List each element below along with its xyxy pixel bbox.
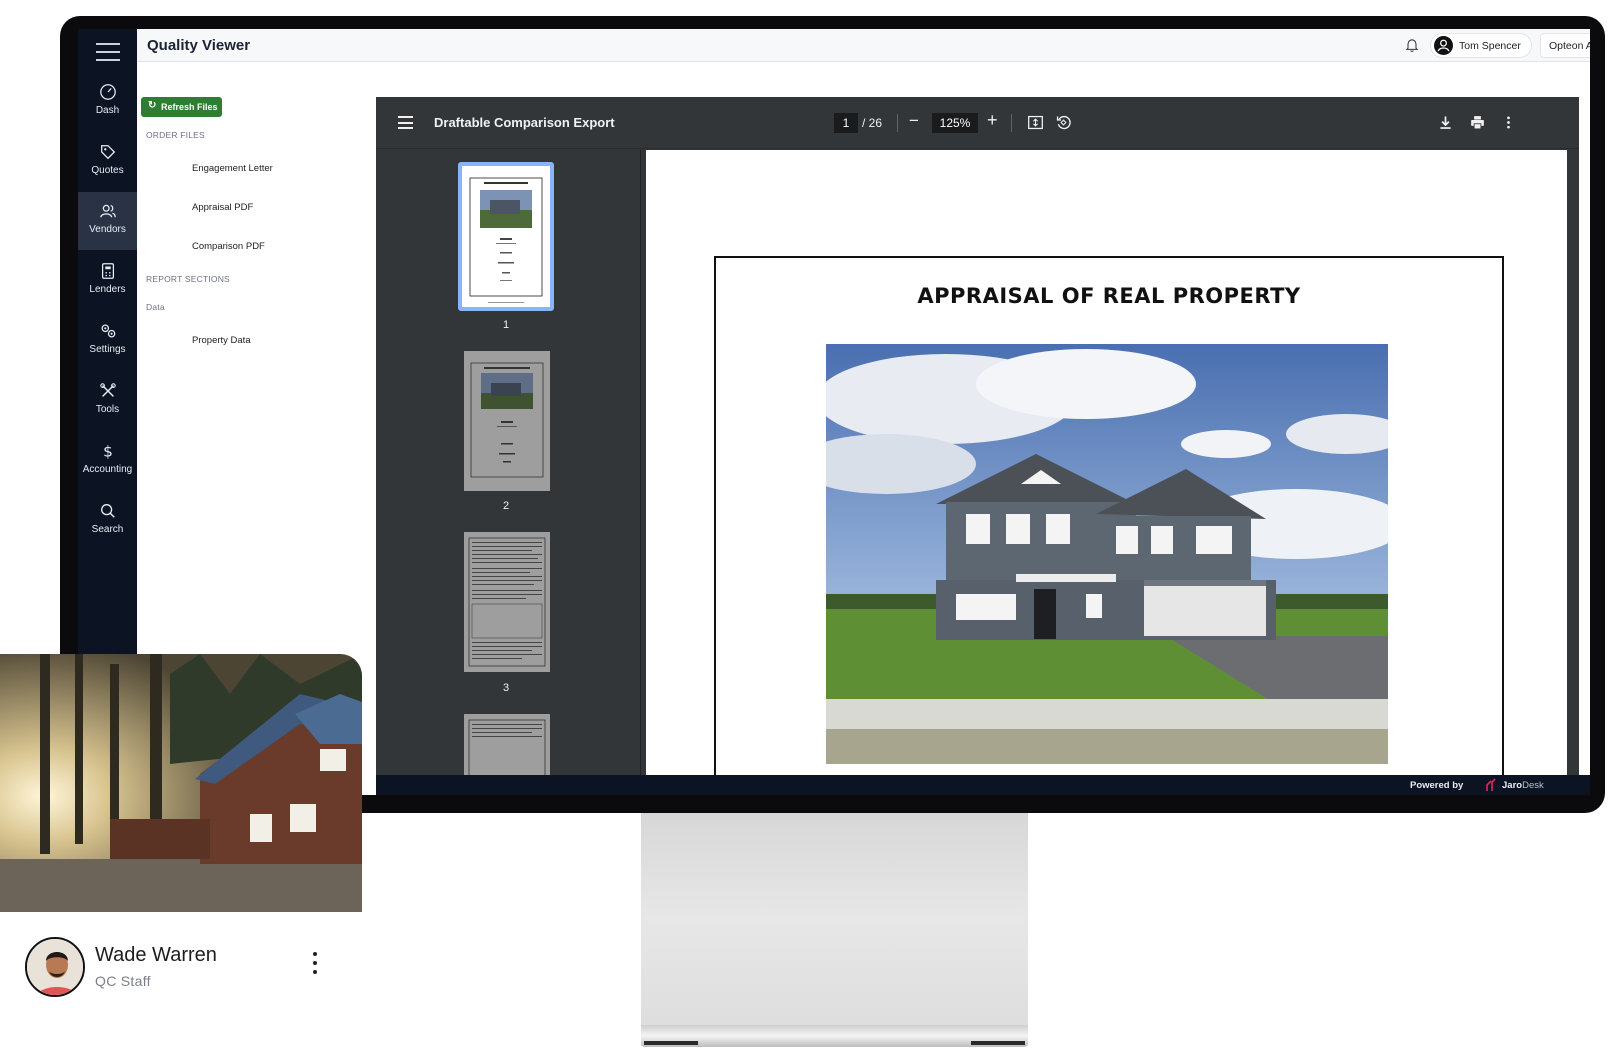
users-icon — [99, 204, 116, 218]
page-thumbnail[interactable] — [464, 714, 550, 775]
page-heading: APPRAISAL OF REAL PROPERTY — [917, 284, 1301, 308]
monitor-stand-base — [641, 1025, 1028, 1047]
refresh-files-button[interactable]: ↻ Refresh Files — [141, 97, 222, 117]
monitor-foot-right — [971, 1041, 1025, 1045]
top-bar: Quality Viewer Tom Spencer Opteon Apprai… — [137, 29, 1590, 62]
gears-icon — [101, 324, 115, 338]
dollar-icon: $ — [103, 442, 113, 460]
nav-item-vendors[interactable]: Vendors — [78, 192, 137, 250]
nav-item-dash[interactable]: Dash — [78, 73, 137, 131]
more-options-icon[interactable] — [311, 952, 319, 980]
user-menu-button[interactable]: Tom Spencer — [1430, 33, 1532, 58]
thumbnail-page-number: 2 — [503, 500, 510, 512]
dashboard-gauge-icon — [99, 84, 116, 100]
download-icon[interactable] — [1437, 114, 1454, 131]
zoom-level-input[interactable]: 125% — [932, 113, 978, 133]
thumbnail-sidebar: 1 2 3 — [376, 150, 640, 775]
sidebar-toggle-icon[interactable] — [398, 116, 413, 133]
refresh-icon: ↻ — [148, 100, 157, 111]
pdf-page: APPRAISAL OF REAL PROPERTY — [646, 150, 1567, 775]
sidebar-divider — [640, 150, 641, 775]
brand-name-bold: Jaro — [1502, 780, 1523, 791]
thumbnail-page-number: 3 — [503, 682, 510, 694]
organization-name: Opteon Appraisal Inc — [1549, 40, 1590, 52]
person-role: QC Staff — [95, 973, 151, 989]
nav-item-label: Search — [91, 524, 124, 535]
zoom-in-icon[interactable]: + — [987, 110, 998, 131]
toolbar-divider — [1011, 114, 1012, 132]
page-root: Dash Quotes Vendors Lenders Settings Too… — [0, 0, 1613, 1064]
nav-item-lenders[interactable]: Lenders — [78, 252, 137, 310]
page-number-input[interactable]: 1 — [834, 113, 858, 133]
bell-icon[interactable] — [1404, 37, 1420, 53]
toolbar-divider — [897, 114, 898, 132]
order-files-header: ORDER FILES — [146, 130, 205, 140]
nav-item-label: Quotes — [91, 165, 124, 176]
nav-item-label: Dash — [95, 105, 120, 116]
rotate-icon[interactable] — [1055, 114, 1072, 131]
avatar — [25, 937, 85, 997]
profile-card: Wade Warren QC Staff — [0, 912, 362, 1012]
organization-selector[interactable]: Opteon Appraisal Inc — [1540, 33, 1590, 58]
brand-name-light: Desk — [1522, 780, 1544, 791]
page-thumbnail[interactable] — [464, 532, 550, 672]
refresh-files-label: Refresh Files — [161, 102, 218, 112]
nav-item-label: Vendors — [89, 224, 126, 235]
data-group-label: Data — [146, 302, 165, 312]
card-house-photo — [0, 654, 362, 912]
fit-page-icon[interactable] — [1027, 114, 1044, 131]
pdf-viewer: Draftable Comparison Export 1 / 26 − 125… — [376, 97, 1579, 775]
footer-bar: Powered by JaroDesk — [376, 775, 1590, 795]
user-name: Tom Spencer — [1459, 40, 1521, 52]
print-icon[interactable] — [1469, 114, 1486, 131]
nav-item-search[interactable]: Search — [78, 492, 137, 550]
nav-item-label: Accounting — [82, 464, 133, 475]
nav-item-label: Lenders — [89, 284, 126, 295]
nav-item-label: Settings — [89, 344, 126, 355]
user-avatar-icon — [1434, 36, 1453, 55]
file-link-comparison-pdf[interactable]: Comparison PDF — [192, 241, 265, 252]
report-item-property-data[interactable]: Property Data — [192, 335, 251, 346]
pdf-toolbar: Draftable Comparison Export 1 / 26 − 125… — [376, 97, 1579, 149]
search-icon — [100, 504, 115, 518]
document-title: Draftable Comparison Export — [434, 115, 615, 130]
monitor-stand — [641, 813, 1028, 1046]
thumbnail-page-number: 1 — [503, 319, 510, 331]
svg-text:$: $ — [103, 442, 113, 460]
page-thumbnail[interactable] — [464, 351, 550, 491]
page-border: APPRAISAL OF REAL PROPERTY — [714, 256, 1504, 775]
nav-item-settings[interactable]: Settings — [78, 312, 137, 370]
tag-icon — [100, 145, 115, 160]
more-options-icon[interactable] — [1500, 114, 1517, 131]
property-photo — [826, 344, 1388, 764]
monitor-foot-left — [644, 1041, 698, 1045]
powered-by-label: Powered by — [1410, 780, 1464, 791]
zoom-out-icon[interactable]: − — [909, 111, 919, 131]
app-title: Quality Viewer — [147, 37, 251, 54]
page-total: / 26 — [862, 116, 883, 130]
jarodesk-logo-icon — [1486, 778, 1496, 791]
nav-item-tools[interactable]: Tools — [78, 372, 137, 430]
nav-item-quotes[interactable]: Quotes — [78, 133, 137, 191]
menu-icon[interactable] — [96, 43, 120, 61]
report-sections-header: REPORT SECTIONS — [146, 274, 230, 284]
person-name: Wade Warren — [95, 944, 217, 966]
brand-name: JaroDesk — [1502, 780, 1544, 791]
nav-item-label: Tools — [95, 404, 120, 415]
page-thumbnail[interactable] — [462, 166, 550, 307]
nav-item-accounting[interactable]: $ Accounting — [78, 432, 137, 490]
file-link-appraisal-pdf[interactable]: Appraisal PDF — [192, 202, 253, 213]
calculator-icon — [101, 263, 114, 279]
tools-icon — [99, 383, 116, 397]
file-link-engagement-letter[interactable]: Engagement Letter — [192, 163, 273, 174]
